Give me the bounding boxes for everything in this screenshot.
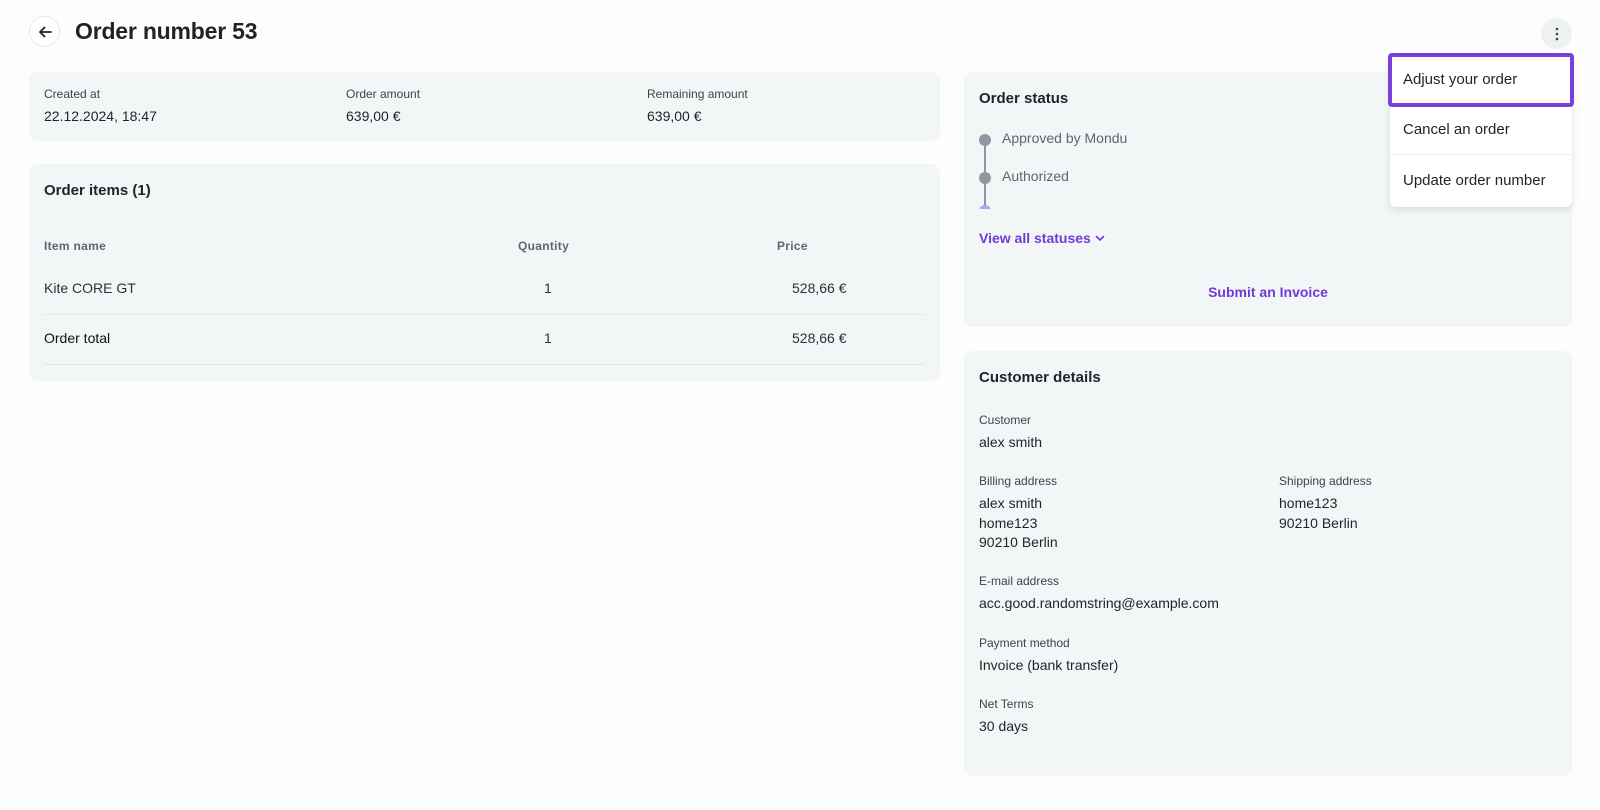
payment-method-field: Payment method Invoice (bank transfer) (979, 636, 1118, 676)
status-timeline: Approved by Mondu Authorized (979, 130, 1379, 282)
view-all-statuses-label: View all statuses (979, 230, 1091, 246)
created-at-value: 22.12.2024, 18:47 (44, 108, 157, 124)
page-title: Order number 53 (75, 18, 258, 44)
email-field: E-mail address acc.good.randomstring@exa… (979, 574, 1219, 614)
order-summary-card: Created at 22.12.2024, 18:47 Order amoun… (29, 72, 940, 141)
item-name-cell: Kite CORE GT (44, 280, 136, 296)
timeline-mask (979, 209, 1379, 229)
order-total-quantity: 1 (544, 330, 552, 346)
order-total-row: Order total 1 528,66 € (44, 315, 925, 365)
remaining-amount-label: Remaining amount (647, 87, 748, 101)
email-value: acc.good.randomstring@example.com (979, 595, 1219, 611)
order-actions-menu: Adjust your order Cancel an order Update… (1388, 53, 1574, 207)
customer-label: Customer (979, 413, 1032, 427)
quantity-cell: 1 (544, 280, 552, 296)
billing-address-line: home123 (979, 514, 1038, 531)
more-vertical-icon (1555, 27, 1558, 40)
billing-address-line: alex smith (979, 495, 1043, 511)
shipping-address-line: home123 (1279, 495, 1338, 511)
order-amount-field: Order amount 639,00 € (346, 87, 420, 124)
status-item: Approved by Mondu (1002, 130, 1128, 146)
chevron-down-icon (1095, 235, 1105, 241)
billing-address-line: 90210 Berlin (979, 534, 1058, 550)
order-total-label: Order total (44, 330, 111, 346)
shipping-address-field: Shipping address home123 90210 Berlin (1279, 474, 1372, 533)
submit-invoice-button[interactable]: Submit an Invoice (964, 284, 1572, 300)
net-terms-value: 30 days (979, 718, 1029, 734)
menu-item-adjust-order[interactable]: Adjust your order (1388, 53, 1574, 107)
status-item: Authorized (1002, 168, 1069, 184)
order-total-price: 528,66 € (792, 330, 847, 346)
created-at-label: Created at (44, 87, 101, 101)
billing-address-value: alex smith home123 90210 Berlin (979, 494, 1058, 553)
arrow-left-icon (38, 26, 52, 37)
billing-address-field: Billing address alex smith home123 90210… (979, 474, 1058, 553)
order-status-title: Order status (979, 90, 1069, 107)
price-cell: 528,66 € (792, 280, 847, 296)
customer-details-title: Customer details (979, 369, 1101, 386)
customer-details-card: Customer details Customer alex smith Bil… (964, 351, 1572, 776)
timeline-dot (979, 172, 991, 184)
billing-address-label: Billing address (979, 474, 1058, 488)
more-options-button[interactable] (1541, 18, 1572, 49)
customer-value: alex smith (979, 434, 1043, 450)
shipping-address-label: Shipping address (1279, 474, 1372, 488)
order-amount-value: 639,00 € (346, 108, 401, 124)
customer-field: Customer alex smith (979, 413, 1042, 453)
remaining-amount-value: 639,00 € (647, 108, 702, 124)
timeline-dot (979, 134, 991, 146)
created-at-field: Created at 22.12.2024, 18:47 (44, 87, 157, 124)
order-items-card: Order items (1) Item name Quantity Price… (29, 164, 940, 381)
view-all-statuses-link[interactable]: View all statuses (979, 230, 1106, 246)
back-button[interactable] (29, 16, 60, 47)
column-header-quantity: Quantity (518, 239, 570, 253)
shipping-address-value: home123 90210 Berlin (1279, 494, 1372, 533)
table-row: Kite CORE GT 1 528,66 € (44, 265, 925, 315)
shipping-address-line: 90210 Berlin (1279, 514, 1358, 531)
column-header-price: Price (777, 239, 808, 253)
net-terms-field: Net Terms 30 days (979, 697, 1033, 737)
column-header-item-name: Item name (44, 239, 107, 253)
email-label: E-mail address (979, 574, 1060, 588)
remaining-amount-field: Remaining amount 639,00 € (647, 87, 748, 124)
order-items-title: Order items (1) (44, 182, 151, 199)
net-terms-label: Net Terms (979, 697, 1034, 711)
page-header: Order number 53 (29, 16, 258, 47)
menu-item-cancel-order[interactable]: Cancel an order (1390, 105, 1572, 155)
payment-method-label: Payment method (979, 636, 1070, 650)
menu-item-update-order-number[interactable]: Update order number (1390, 155, 1572, 205)
payment-method-value: Invoice (bank transfer) (979, 657, 1119, 673)
order-amount-label: Order amount (346, 87, 421, 101)
